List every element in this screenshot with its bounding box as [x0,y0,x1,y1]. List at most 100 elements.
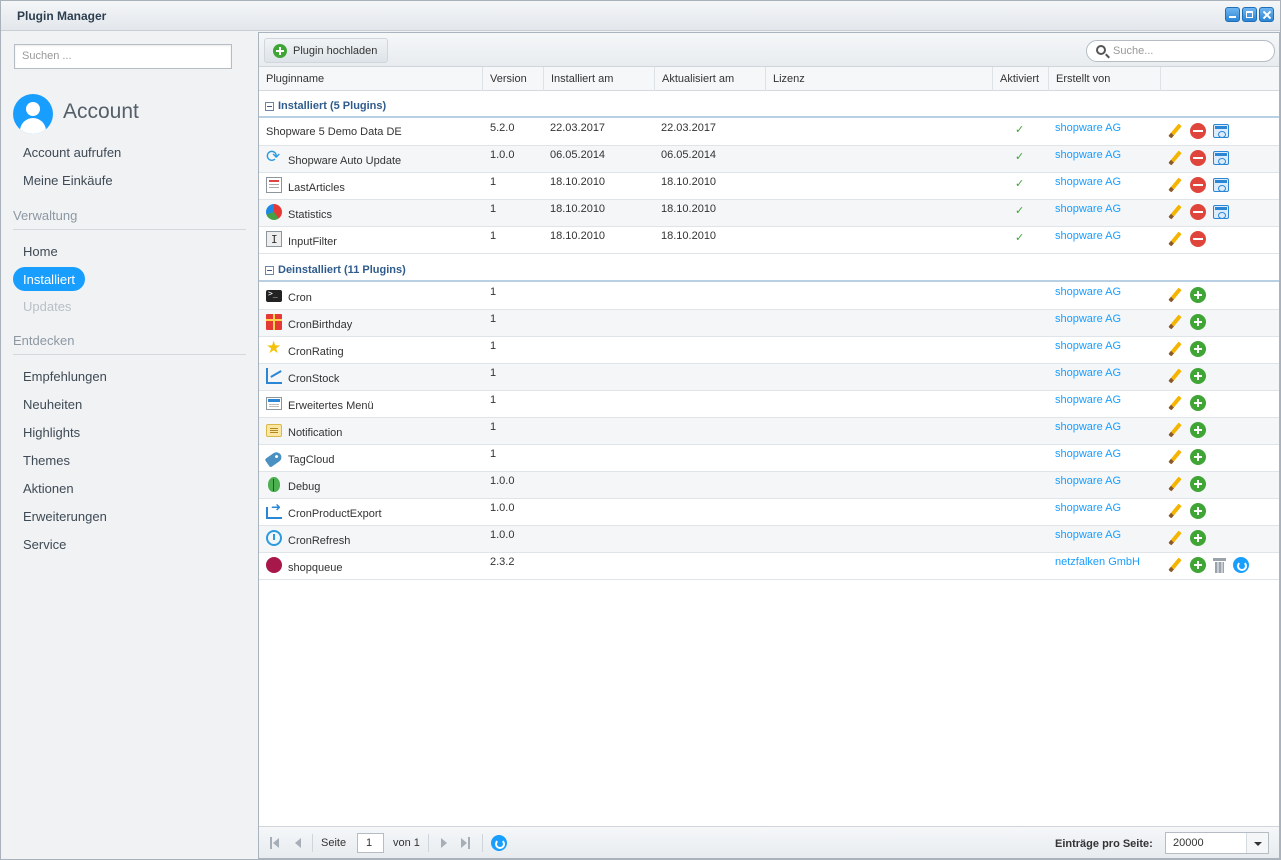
edit-pencil-icon[interactable] [1167,476,1183,492]
sidebar-item-installiert[interactable]: Installiert [13,267,85,291]
install-icon[interactable] [1190,341,1206,357]
upload-plugin-button[interactable]: Plugin hochladen [264,38,389,63]
plugin-author-link[interactable]: shopware AG [1055,367,1121,379]
plugin-author-link[interactable]: shopware AG [1055,475,1121,487]
sidebar-item-aktionen[interactable]: Aktionen [23,481,74,496]
per-page-select[interactable]: 20000 [1165,832,1269,854]
sidebar-item-themes[interactable]: Themes [23,453,70,468]
column-erstellt-von[interactable]: Erstellt von [1049,67,1161,91]
install-icon[interactable] [1190,557,1206,573]
uninstall-icon[interactable] [1190,123,1206,139]
table-row[interactable]: shopqueue 2.3.2 netzfalken GmbH [259,553,1279,580]
edit-pencil-icon[interactable] [1167,231,1183,247]
uninstall-icon[interactable] [1190,204,1206,220]
edit-pencil-icon[interactable] [1167,368,1183,384]
table-row[interactable]: CronProductExport 1.0.0 shopware AG [259,499,1279,526]
uninstall-icon[interactable] [1190,231,1206,247]
plugin-author-link[interactable]: shopware AG [1055,394,1121,406]
last-page-icon[interactable] [459,837,471,849]
refresh-icon[interactable] [491,835,507,851]
edit-pencil-icon[interactable] [1167,449,1183,465]
delete-trash-icon[interactable] [1213,557,1226,573]
table-row[interactable]: Debug 1.0.0 shopware AG [259,472,1279,499]
edit-pencil-icon[interactable] [1167,341,1183,357]
page-number-input[interactable]: 1 [357,833,384,853]
install-icon[interactable] [1190,503,1206,519]
edit-pencil-icon[interactable] [1167,395,1183,411]
collapse-icon[interactable] [265,266,274,275]
edit-pencil-icon[interactable] [1167,422,1183,438]
plugin-author-link[interactable]: shopware AG [1055,122,1121,134]
plugin-author-link[interactable]: netzfalken GmbH [1055,556,1140,568]
group-installed[interactable]: Installiert (5 Plugins) [259,91,1279,118]
sidebar-item-meine-einkaeufe[interactable]: Meine Einkäufe [23,173,113,188]
edit-pencil-icon[interactable] [1167,123,1183,139]
plugin-author-link[interactable]: shopware AG [1055,340,1121,352]
configure-icon[interactable] [1213,124,1229,138]
configure-icon[interactable] [1213,205,1229,219]
install-icon[interactable] [1190,422,1206,438]
table-row[interactable]: CronRating 1 shopware AG [259,337,1279,364]
plugin-author-link[interactable]: shopware AG [1055,230,1121,242]
plugin-author-link[interactable]: shopware AG [1055,176,1121,188]
maximize-icon[interactable] [1242,7,1257,22]
group-uninstalled[interactable]: Deinstalliert (11 Plugins) [259,255,1279,282]
plugin-author-link[interactable]: shopware AG [1055,421,1121,433]
sidebar-item-empfehlungen[interactable]: Empfehlungen [23,369,107,384]
column-aktiviert[interactable]: Aktiviert [993,67,1049,91]
edit-pencil-icon[interactable] [1167,557,1183,573]
plugin-author-link[interactable]: shopware AG [1055,149,1121,161]
previous-page-icon[interactable] [291,837,303,849]
install-icon[interactable] [1190,449,1206,465]
column-version[interactable]: Version [483,67,544,91]
sidebar-item-highlights[interactable]: Highlights [23,425,80,440]
plugin-author-link[interactable]: shopware AG [1055,313,1121,325]
sidebar-item-service[interactable]: Service [23,537,66,552]
collapse-icon[interactable] [265,102,274,111]
edit-pencil-icon[interactable] [1167,204,1183,220]
edit-pencil-icon[interactable] [1167,150,1183,166]
grid-search-input[interactable]: Suche... [1086,40,1275,62]
sidebar-search-input[interactable]: Suchen ... [14,44,232,69]
column-pluginname[interactable]: Pluginname [259,67,483,91]
sidebar-item-erweiterungen[interactable]: Erweiterungen [23,509,107,524]
table-row[interactable]: Shopware 5 Demo Data DE 5.2.0 22.03.2017 22… [259,119,1279,146]
edit-pencil-icon[interactable] [1167,177,1183,193]
edit-pencil-icon[interactable] [1167,287,1183,303]
install-icon[interactable] [1190,476,1206,492]
install-icon[interactable] [1190,368,1206,384]
edit-pencil-icon[interactable] [1167,503,1183,519]
uninstall-icon[interactable] [1190,177,1206,193]
uninstall-icon[interactable] [1190,150,1206,166]
plugin-author-link[interactable]: shopware AG [1055,529,1121,541]
sidebar-item-neuheiten[interactable]: Neuheiten [23,397,82,412]
update-refresh-icon[interactable] [1233,557,1249,573]
table-row[interactable]: Statistics 1 18.10.2010 18.10.2010 ✓ shopware… [259,200,1279,227]
table-row[interactable]: TagCloud 1 shopware AG [259,445,1279,472]
configure-icon[interactable] [1213,151,1229,165]
plugin-author-link[interactable]: shopware AG [1055,502,1121,514]
table-row[interactable]: InputFilter 1 18.10.2010 18.10.2010 ✓ shopwar… [259,227,1279,254]
install-icon[interactable] [1190,530,1206,546]
window-titlebar[interactable]: Plugin Manager [1,1,1280,31]
table-row[interactable]: Cron 1 shopware AG [259,283,1279,310]
first-page-icon[interactable] [269,837,281,849]
table-row[interactable]: CronRefresh 1.0.0 shopware AG [259,526,1279,553]
sidebar-item-home[interactable]: Home [23,244,58,259]
table-row[interactable]: Erweitertes Menü 1 shopware AG [259,391,1279,418]
plugin-author-link[interactable]: shopware AG [1055,203,1121,215]
table-row[interactable]: CronStock 1 shopware AG [259,364,1279,391]
chevron-down-icon[interactable] [1246,833,1268,853]
column-aktualisiert-am[interactable]: Aktualisiert am [655,67,766,91]
table-row[interactable]: CronBirthday 1 shopware AG [259,310,1279,337]
sidebar-item-account-aufrufen[interactable]: Account aufrufen [23,145,121,160]
configure-icon[interactable] [1213,178,1229,192]
column-lizenz[interactable]: Lizenz [766,67,993,91]
plugin-author-link[interactable]: shopware AG [1055,286,1121,298]
close-icon[interactable] [1259,7,1274,22]
install-icon[interactable] [1190,395,1206,411]
next-page-icon[interactable] [439,837,451,849]
install-icon[interactable] [1190,314,1206,330]
table-row[interactable]: LastArticles 1 18.10.2010 18.10.2010 ✓ shopwa… [259,173,1279,200]
table-row[interactable]: Shopware Auto Update 1.0.0 06.05.2014 06.05… [259,146,1279,173]
